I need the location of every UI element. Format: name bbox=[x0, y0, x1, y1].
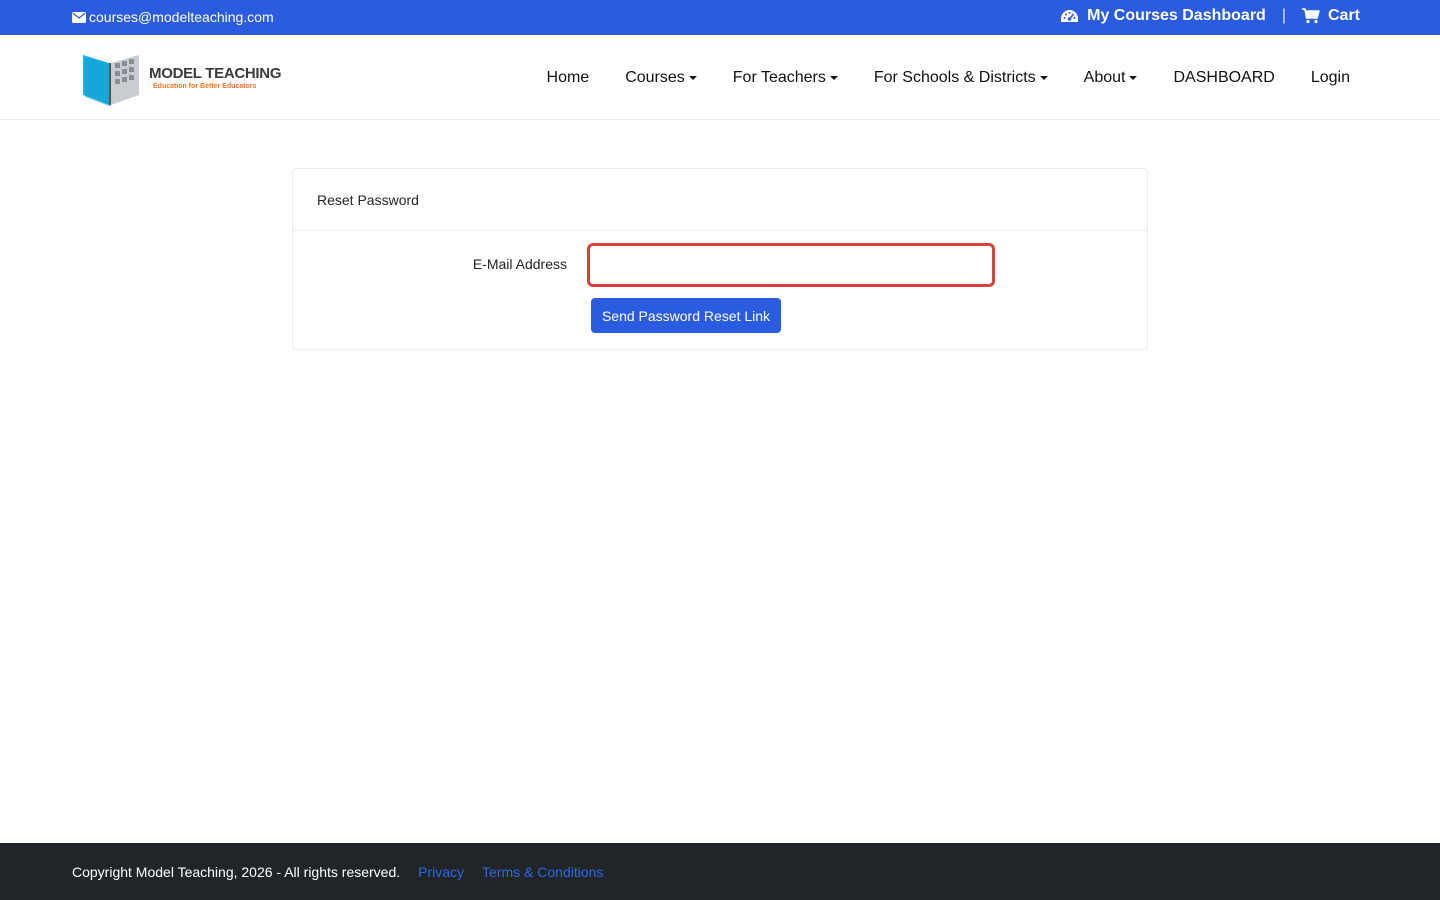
envelope-icon bbox=[72, 11, 86, 23]
main-navbar: MODEL TEACHING Education for Better Educ… bbox=[0, 35, 1440, 120]
nav-for-teachers-label: For Teachers bbox=[732, 68, 826, 86]
logo-tagline: Education for Better Educators bbox=[153, 83, 257, 90]
nav-for-teachers[interactable]: For Teachers bbox=[715, 69, 856, 87]
contact-email[interactable]: courses@modelteaching.com bbox=[72, 9, 274, 25]
nav-home-label: Home bbox=[546, 68, 590, 86]
email-form-row: E-Mail Address bbox=[293, 243, 1147, 287]
nav-about-label: About bbox=[1083, 68, 1126, 86]
topbar-separator: | bbox=[1281, 7, 1286, 24]
send-reset-link-button[interactable]: Send Password Reset Link bbox=[591, 298, 781, 333]
nav-courses-label: Courses bbox=[625, 68, 685, 86]
footer-privacy-link[interactable]: Privacy bbox=[418, 864, 464, 880]
nav-home[interactable]: Home bbox=[529, 69, 608, 87]
cart-link[interactable]: Cart bbox=[1301, 7, 1360, 25]
site-logo[interactable]: MODEL TEACHING Education for Better Educ… bbox=[81, 48, 291, 108]
nav-for-schools-label: For Schools & Districts bbox=[873, 68, 1036, 86]
my-courses-dashboard-link[interactable]: My Courses Dashboard bbox=[1060, 7, 1266, 25]
footer-copyright: Copyright Model Teaching, 2026 - All rig… bbox=[72, 863, 401, 880]
cart-label: Cart bbox=[1327, 7, 1360, 24]
nav-dashboard-label: DASHBOARD bbox=[1173, 68, 1275, 86]
caret-down-icon bbox=[1039, 75, 1048, 80]
footer: Copyright Model Teaching, 2026 - All rig… bbox=[0, 843, 1440, 900]
card-header: Reset Password bbox=[293, 169, 1147, 231]
nav-courses[interactable]: Courses bbox=[607, 69, 715, 87]
book-logo-icon bbox=[83, 55, 139, 107]
nav-menu: Home Courses For Teachers For Schools & … bbox=[529, 35, 1368, 120]
card-title: Reset Password bbox=[317, 191, 419, 208]
cart-icon bbox=[1301, 8, 1320, 24]
contact-email-text: courses@modelteaching.com bbox=[89, 9, 274, 25]
caret-down-icon bbox=[1129, 75, 1138, 80]
speedometer-icon bbox=[1061, 9, 1079, 22]
nav-login[interactable]: Login bbox=[1293, 69, 1368, 87]
top-bar: courses@modelteaching.com My Courses Das… bbox=[0, 0, 1440, 35]
nav-login-label: Login bbox=[1310, 68, 1350, 86]
caret-down-icon bbox=[688, 75, 697, 80]
nav-for-schools[interactable]: For Schools & Districts bbox=[856, 69, 1066, 87]
nav-about[interactable]: About bbox=[1066, 69, 1156, 87]
email-label: E-Mail Address bbox=[472, 256, 567, 272]
logo-brand-text: MODEL TEACHING bbox=[149, 65, 282, 82]
email-input[interactable] bbox=[587, 243, 995, 287]
nav-dashboard[interactable]: DASHBOARD bbox=[1155, 69, 1292, 87]
footer-terms-link[interactable]: Terms & Conditions bbox=[482, 864, 603, 880]
my-courses-dashboard-label: My Courses Dashboard bbox=[1087, 7, 1266, 24]
caret-down-icon bbox=[829, 75, 838, 80]
reset-password-card: Reset Password E-Mail Address Send Passw… bbox=[292, 168, 1148, 350]
